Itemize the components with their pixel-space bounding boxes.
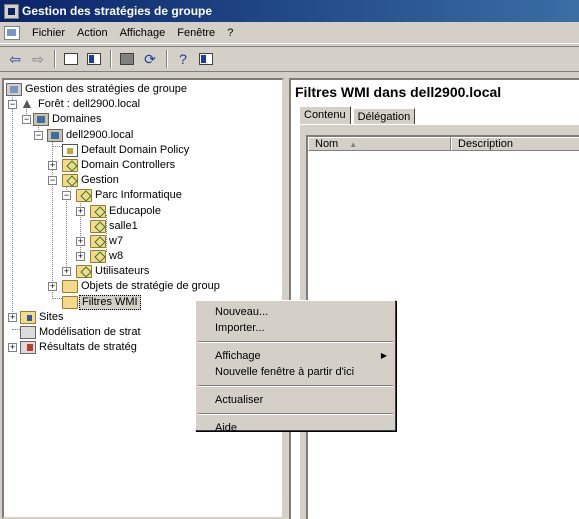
expand-icon[interactable]: + — [8, 312, 17, 322]
forward-arrow-icon[interactable]: ⇨ — [27, 49, 49, 69]
document-icon[interactable] — [4, 25, 20, 40]
show-hide-tree-icon[interactable] — [83, 49, 105, 69]
collapse-icon[interactable]: − — [48, 176, 57, 186]
tree-item-gpo-objects[interactable]: + Objets de stratégie de group — [4, 279, 282, 294]
up-folder-icon[interactable] — [60, 49, 82, 69]
submenu-arrow-icon: ▶ — [380, 351, 387, 360]
menu-separator — [198, 385, 393, 387]
menu-item-actualiser[interactable]: Actualiser — [196, 392, 395, 408]
menu-item-importer[interactable]: Importer... — [196, 320, 395, 336]
expand-icon[interactable]: + — [76, 206, 85, 216]
ou-icon — [90, 250, 106, 264]
refresh-icon[interactable]: ⟳ — [139, 49, 161, 69]
ou-icon — [90, 219, 106, 233]
tree-item-domains[interactable]: − Domaines — [4, 112, 282, 127]
results-icon — [20, 341, 36, 355]
collapse-icon[interactable]: − — [62, 191, 71, 201]
column-header-description[interactable]: Description — [451, 137, 579, 151]
menu-help[interactable]: ? — [221, 24, 239, 42]
expand-icon[interactable]: + — [62, 267, 71, 277]
ou-icon — [90, 204, 106, 218]
forest-icon — [19, 96, 35, 111]
ou-icon — [90, 234, 106, 248]
modeling-icon — [20, 326, 36, 339]
tree-item-parc-informatique[interactable]: − Parc Informatique — [4, 188, 282, 203]
tree-item-default-domain-policy[interactable]: Default Domain Policy — [4, 143, 282, 158]
toolbar-separator — [110, 50, 112, 68]
toolbar-separator — [54, 50, 56, 68]
gpmc-app-icon — [4, 3, 19, 19]
menu-separator — [198, 341, 393, 343]
tree-item-root[interactable]: Gestion des stratégies de groupe — [6, 82, 282, 97]
expand-icon[interactable]: + — [8, 343, 17, 353]
menu-item-aide[interactable]: Aide — [196, 420, 395, 436]
collapse-icon[interactable]: − — [22, 115, 31, 125]
column-header-nom[interactable]: Nom ▲ — [308, 137, 451, 151]
ou-icon — [62, 158, 78, 172]
context-menu: Nouveau... Importer... Affichage ▶ Nouve… — [195, 300, 396, 434]
tree-item-domain-controllers[interactable]: + Domain Controllers — [4, 158, 282, 173]
tree-item-gestion[interactable]: − Gestion — [4, 173, 282, 188]
ou-icon — [76, 189, 92, 203]
toolbar-separator — [166, 50, 168, 68]
menu-separator — [198, 413, 393, 415]
expand-icon[interactable]: + — [76, 236, 85, 246]
console-tree[interactable]: Gestion des stratégies de groupe − Forêt… — [2, 78, 284, 519]
menu-action[interactable]: Action — [71, 24, 114, 42]
wmi-filters-icon — [62, 295, 78, 309]
menu-fenetre[interactable]: Fenêtre — [171, 24, 221, 42]
domain-icon — [47, 128, 63, 142]
window-title: Gestion des stratégies de groupe — [22, 4, 213, 18]
sites-icon — [20, 310, 36, 324]
help-icon[interactable]: ? — [172, 49, 194, 69]
collapse-icon[interactable]: − — [8, 100, 17, 110]
title-bar: Gestion des stratégies de groupe — [0, 0, 579, 22]
gpo-link-icon — [62, 143, 78, 157]
details-pane: Filtres WMI dans dell2900.local Contenu … — [289, 78, 579, 519]
tree-item-w8[interactable]: + w8 — [4, 249, 282, 264]
delete-icon[interactable] — [116, 49, 138, 69]
toolbar: ⇦ ⇨ ⟳ ? — [0, 46, 579, 72]
menu-fichier[interactable]: Fichier — [26, 24, 71, 42]
menu-item-nouveau[interactable]: Nouveau... — [196, 304, 395, 320]
tree-item-utilisateurs[interactable]: + Utilisateurs — [4, 264, 282, 279]
tree-item-salle1[interactable]: salle1 — [4, 219, 282, 234]
gpmc-root-icon — [6, 83, 22, 96]
tree-item-educapole[interactable]: + Educapole — [4, 204, 282, 219]
ou-icon — [76, 265, 92, 279]
gpo-container-icon — [62, 280, 78, 294]
details-title: Filtres WMI dans dell2900.local — [295, 84, 502, 100]
menu-affichage[interactable]: Affichage — [114, 24, 172, 42]
tab-contenu[interactable]: Contenu — [299, 106, 351, 124]
menu-bar: Fichier Action Affichage Fenêtre ? — [0, 22, 579, 44]
tree-item-forest[interactable]: − Forêt : dell2900.local — [4, 96, 282, 112]
ou-icon — [62, 174, 78, 188]
expand-icon[interactable]: + — [76, 252, 85, 262]
menu-item-affichage[interactable]: Affichage ▶ — [196, 348, 395, 364]
expand-icon[interactable]: + — [48, 160, 57, 170]
expand-icon[interactable]: + — [48, 282, 57, 292]
back-arrow-icon[interactable]: ⇦ — [4, 49, 26, 69]
properties-icon[interactable] — [195, 49, 217, 69]
domains-icon — [33, 113, 49, 127]
menu-item-nouvelle-fenetre[interactable]: Nouvelle fenêtre à partir d'ici — [196, 364, 395, 380]
tree-item-domain[interactable]: − dell2900.local — [4, 128, 282, 143]
tree-item-w7[interactable]: + w7 — [4, 234, 282, 249]
tab-strip: Contenu Délégation — [299, 106, 416, 126]
collapse-icon[interactable]: − — [34, 130, 43, 140]
sort-ascending-icon: ▲ — [349, 140, 358, 149]
